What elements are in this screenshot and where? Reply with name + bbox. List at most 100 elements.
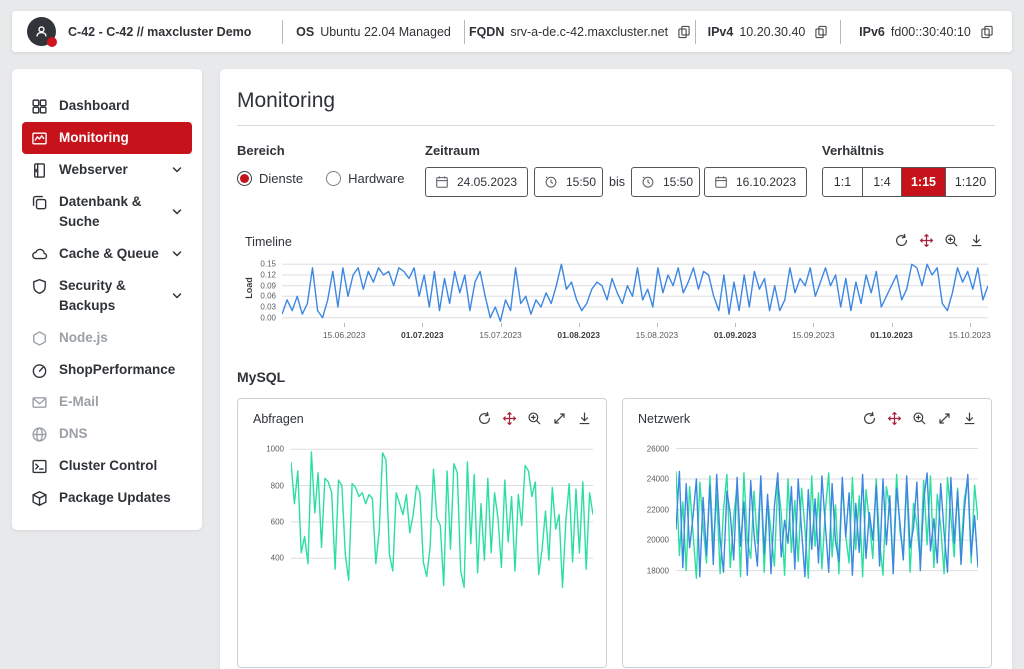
netzwerk-chart[interactable] — [676, 441, 978, 591]
zeitraum-filter: Zeitraum 24.05.2023 15:50 bis 15:50 16.1… — [425, 143, 807, 197]
y-tick-label: 0.03 — [260, 303, 276, 312]
ratio-button-1-15[interactable]: 1:15 — [901, 168, 945, 196]
move-button[interactable] — [919, 233, 934, 248]
sidebar-item-package-updates[interactable]: Package Updates — [22, 482, 192, 514]
sidebar-item-label: Monitoring — [59, 128, 129, 148]
user-avatar[interactable] — [27, 17, 56, 46]
netzwerk-title: Netzwerk — [638, 412, 690, 426]
x-tick-label: 15.08.2023 — [636, 330, 679, 340]
x-tick — [344, 323, 345, 327]
expand-button[interactable] — [937, 411, 952, 426]
radio-label: Hardware — [348, 171, 404, 186]
expand-icon — [552, 411, 567, 426]
copy-icon[interactable] — [677, 25, 691, 39]
date-to-input[interactable]: 16.10.2023 — [704, 167, 807, 197]
download-button[interactable] — [962, 411, 977, 426]
clock-icon — [544, 175, 558, 189]
fqdn-section: FQDN srv-a-de.c-42.maxcluster.net — [465, 11, 695, 52]
fqdn-label: FQDN — [469, 25, 504, 39]
email-icon — [31, 394, 48, 411]
sidebar-item-e-mail[interactable]: E-Mail — [22, 386, 192, 418]
refresh-button[interactable] — [477, 411, 492, 426]
sidebar-item-cluster-control[interactable]: Cluster Control — [22, 450, 192, 482]
sidebar-item-label: Node.js — [59, 328, 108, 348]
sidebar-item-monitoring[interactable]: Monitoring — [22, 122, 192, 154]
move-button[interactable] — [502, 411, 517, 426]
zoom-in-icon — [912, 411, 927, 426]
x-tick — [579, 323, 580, 327]
ipv4-value: 10.20.30.40 — [739, 25, 805, 39]
sidebar-item-webserver[interactable]: Webserver — [22, 154, 192, 186]
y-tick-label: 0.06 — [260, 292, 276, 301]
main-panel: Monitoring Bereich DiensteHardware Zeitr… — [220, 69, 1012, 669]
x-tick — [735, 323, 736, 327]
ipv4-section: IPv4 10.20.30.40 — [696, 11, 840, 52]
y-tick-label: 24000 — [647, 475, 669, 484]
sidebar-item-dns[interactable]: DNS — [22, 418, 192, 450]
os-value: Ubuntu 22.04 Managed — [320, 25, 451, 39]
move-icon — [919, 233, 934, 248]
database-icon — [31, 194, 48, 211]
sidebar-item-label: Datenbank & Suche — [59, 192, 160, 232]
x-tick — [892, 323, 893, 327]
copy-icon[interactable] — [980, 25, 994, 39]
netzwerk-yticks: 2600024000220002000018000 — [623, 441, 669, 591]
sidebar-item-datenbank-suche[interactable]: Datenbank & Suche — [22, 186, 192, 238]
date-from-input[interactable]: 24.05.2023 — [425, 167, 528, 197]
clock-icon — [641, 175, 655, 189]
refresh-icon — [477, 411, 492, 426]
time-to-input[interactable]: 15:50 — [631, 167, 700, 197]
abfragen-panel: Abfragen 1000800600400 — [237, 398, 607, 668]
chevron-down-icon — [171, 248, 183, 260]
zoom-in-button[interactable] — [912, 411, 927, 426]
abfragen-yticks: 1000800600400 — [238, 441, 284, 591]
webserver-icon — [31, 162, 48, 179]
sidebar-item-security-backups[interactable]: Security & Backups — [22, 270, 192, 322]
ratio-button-1-4[interactable]: 1:4 — [862, 168, 901, 196]
terminal-icon — [31, 458, 48, 475]
x-tick-label: 15.07.2023 — [479, 330, 522, 340]
sidebar-item-cache-queue[interactable]: Cache & Queue — [22, 238, 192, 270]
refresh-button[interactable] — [894, 233, 909, 248]
radio-hardware[interactable]: Hardware — [326, 171, 404, 186]
page-title: Monitoring — [237, 89, 335, 113]
download-button[interactable] — [969, 233, 984, 248]
sidebar-item-node-js[interactable]: Node.js — [22, 322, 192, 354]
zoom-in-button[interactable] — [944, 233, 959, 248]
timeline-xticks: 15.06.202301.07.202315.07.202301.08.2023… — [282, 327, 988, 341]
abfragen-chart[interactable] — [291, 441, 593, 591]
sidebar-item-label: ShopPerformance — [59, 360, 175, 380]
y-tick-label: 1000 — [266, 445, 284, 454]
y-tick-label: 0.00 — [260, 313, 276, 322]
calendar-icon — [435, 175, 449, 189]
copy-icon[interactable] — [814, 25, 828, 39]
sidebar-item-label: Security & Backups — [59, 276, 160, 316]
time-from-value: 15:50 — [566, 175, 596, 189]
x-tick-label: 01.10.2023 — [870, 330, 913, 340]
x-tick-label: 01.09.2023 — [714, 330, 757, 340]
download-icon — [962, 411, 977, 426]
download-button[interactable] — [577, 411, 592, 426]
package-icon — [31, 490, 48, 507]
ratio-button-1-1[interactable]: 1:1 — [823, 168, 862, 196]
move-button[interactable] — [887, 411, 902, 426]
radio-dot — [237, 171, 252, 186]
calendar-icon — [714, 175, 728, 189]
gauge-icon — [31, 362, 48, 379]
ratio-button-1-120[interactable]: 1:120 — [945, 168, 995, 196]
sidebar-item-label: DNS — [59, 424, 88, 444]
refresh-button[interactable] — [862, 411, 877, 426]
sidebar-item-label: Cluster Control — [59, 456, 157, 476]
fqdn-value: srv-a-de.c-42.maxcluster.net — [510, 25, 668, 39]
chevron-down-icon — [171, 290, 183, 302]
radio-dienste[interactable]: Dienste — [237, 171, 303, 186]
timeline-chart[interactable] — [282, 260, 988, 322]
cluster-section: C-42 - C-42 // maxcluster Demo — [12, 11, 282, 52]
sidebar-item-shopperformance[interactable]: ShopPerformance — [22, 354, 192, 386]
sidebar: Dashboard Monitoring Webserver Datenbank & … — [12, 69, 202, 530]
cluster-name[interactable]: C-42 - C-42 // maxcluster Demo — [68, 25, 251, 39]
time-from-input[interactable]: 15:50 — [534, 167, 603, 197]
sidebar-item-dashboard[interactable]: Dashboard — [22, 90, 192, 122]
zoom-in-button[interactable] — [527, 411, 542, 426]
expand-button[interactable] — [552, 411, 567, 426]
